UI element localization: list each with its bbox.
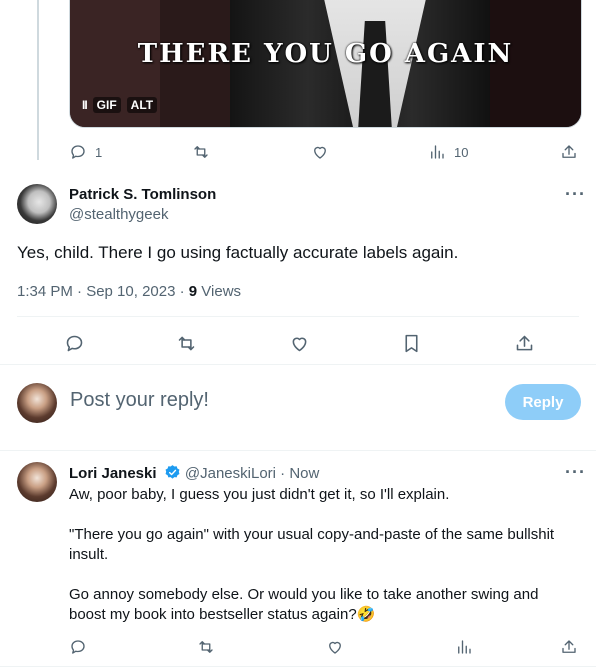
divider <box>0 364 596 365</box>
reply-paragraph: Aw, poor baby, I guess you just didn't g… <box>69 486 450 503</box>
reply-action[interactable] <box>69 638 87 656</box>
avatar[interactable] <box>17 462 57 502</box>
author-handle[interactable]: @stealthygeek <box>69 206 168 223</box>
composer-avatar <box>17 383 57 423</box>
parent-reply-action[interactable]: 1 <box>69 143 102 161</box>
share-icon <box>514 333 535 354</box>
pause-icon[interactable]: II <box>82 98 88 112</box>
author-name[interactable]: Patrick S. Tomlinson <box>69 186 216 203</box>
reply-author-handle[interactable]: @JaneskiLori <box>185 465 276 482</box>
views-label: Views <box>197 283 242 300</box>
reply-input[interactable]: Post your reply! <box>70 389 209 412</box>
verified-icon <box>165 465 180 479</box>
share-icon <box>560 638 578 656</box>
avatar[interactable] <box>17 184 57 224</box>
reply-paragraph: "There you go again" with your usual cop… <box>69 526 555 563</box>
divider <box>0 450 596 451</box>
reply-icon <box>69 638 87 656</box>
parent-views-action[interactable]: 10 <box>428 143 468 161</box>
like-icon <box>289 333 310 354</box>
parent-like-action[interactable] <box>311 143 329 161</box>
share-action[interactable] <box>514 333 535 354</box>
reply-icon <box>69 143 87 161</box>
reply-author-row: Lori Janeski @JaneskiLori · Now <box>69 464 319 482</box>
reply-paragraph: Go annoy somebody else. Or would you lik… <box>69 586 539 623</box>
bookmark-action[interactable] <box>401 333 422 354</box>
reply-author-name[interactable]: Lori Janeski <box>69 465 157 482</box>
thread-connector-line <box>37 0 39 160</box>
reply-icon <box>64 333 85 354</box>
like-icon <box>326 638 344 656</box>
views-icon <box>428 143 446 161</box>
parent-share-action[interactable] <box>560 143 578 161</box>
alt-badge[interactable]: ALT <box>126 97 158 113</box>
gif-caption: THERE YOU GO AGAIN <box>137 39 514 69</box>
reply-text: Aw, poor baby, I guess you just didn't g… <box>69 485 579 645</box>
more-options-button[interactable]: ··· <box>565 184 586 205</box>
media-badges: II GIF ALT <box>82 97 158 113</box>
reply-button[interactable]: Reply <box>505 384 581 420</box>
parent-reply-count: 1 <box>95 144 103 160</box>
retweet-icon <box>176 333 197 354</box>
like-action[interactable] <box>289 333 310 354</box>
retweet-action[interactable] <box>176 333 197 354</box>
parent-retweet-action[interactable] <box>192 143 210 161</box>
retweet-icon <box>197 638 215 656</box>
retweet-icon <box>192 143 210 161</box>
parent-views-count: 10 <box>454 144 469 160</box>
bookmark-icon <box>401 333 422 354</box>
views-action[interactable] <box>455 638 473 656</box>
post-meta: 1:34 PM · Sep 10, 2023 · 9 Views <box>17 283 241 300</box>
gif-media[interactable]: THERE YOU GO AGAIN II GIF ALT <box>69 0 582 128</box>
like-icon <box>311 143 329 161</box>
like-action[interactable] <box>326 638 344 656</box>
views-number: 9 <box>188 283 198 300</box>
retweet-action[interactable] <box>197 638 215 656</box>
post-text: Yes, child. There I go using factually a… <box>17 243 459 262</box>
more-options-button[interactable]: ··· <box>565 462 586 483</box>
reply-action[interactable] <box>64 333 85 354</box>
gif-badge: GIF <box>92 97 121 113</box>
share-action[interactable] <box>560 638 578 656</box>
share-icon <box>560 143 578 161</box>
views-icon <box>455 638 473 656</box>
divider <box>0 666 596 667</box>
reply-time[interactable]: · Now <box>276 465 319 482</box>
divider <box>17 316 579 317</box>
post-timestamp[interactable]: 1:34 PM · Sep 10, 2023 · <box>17 283 189 300</box>
